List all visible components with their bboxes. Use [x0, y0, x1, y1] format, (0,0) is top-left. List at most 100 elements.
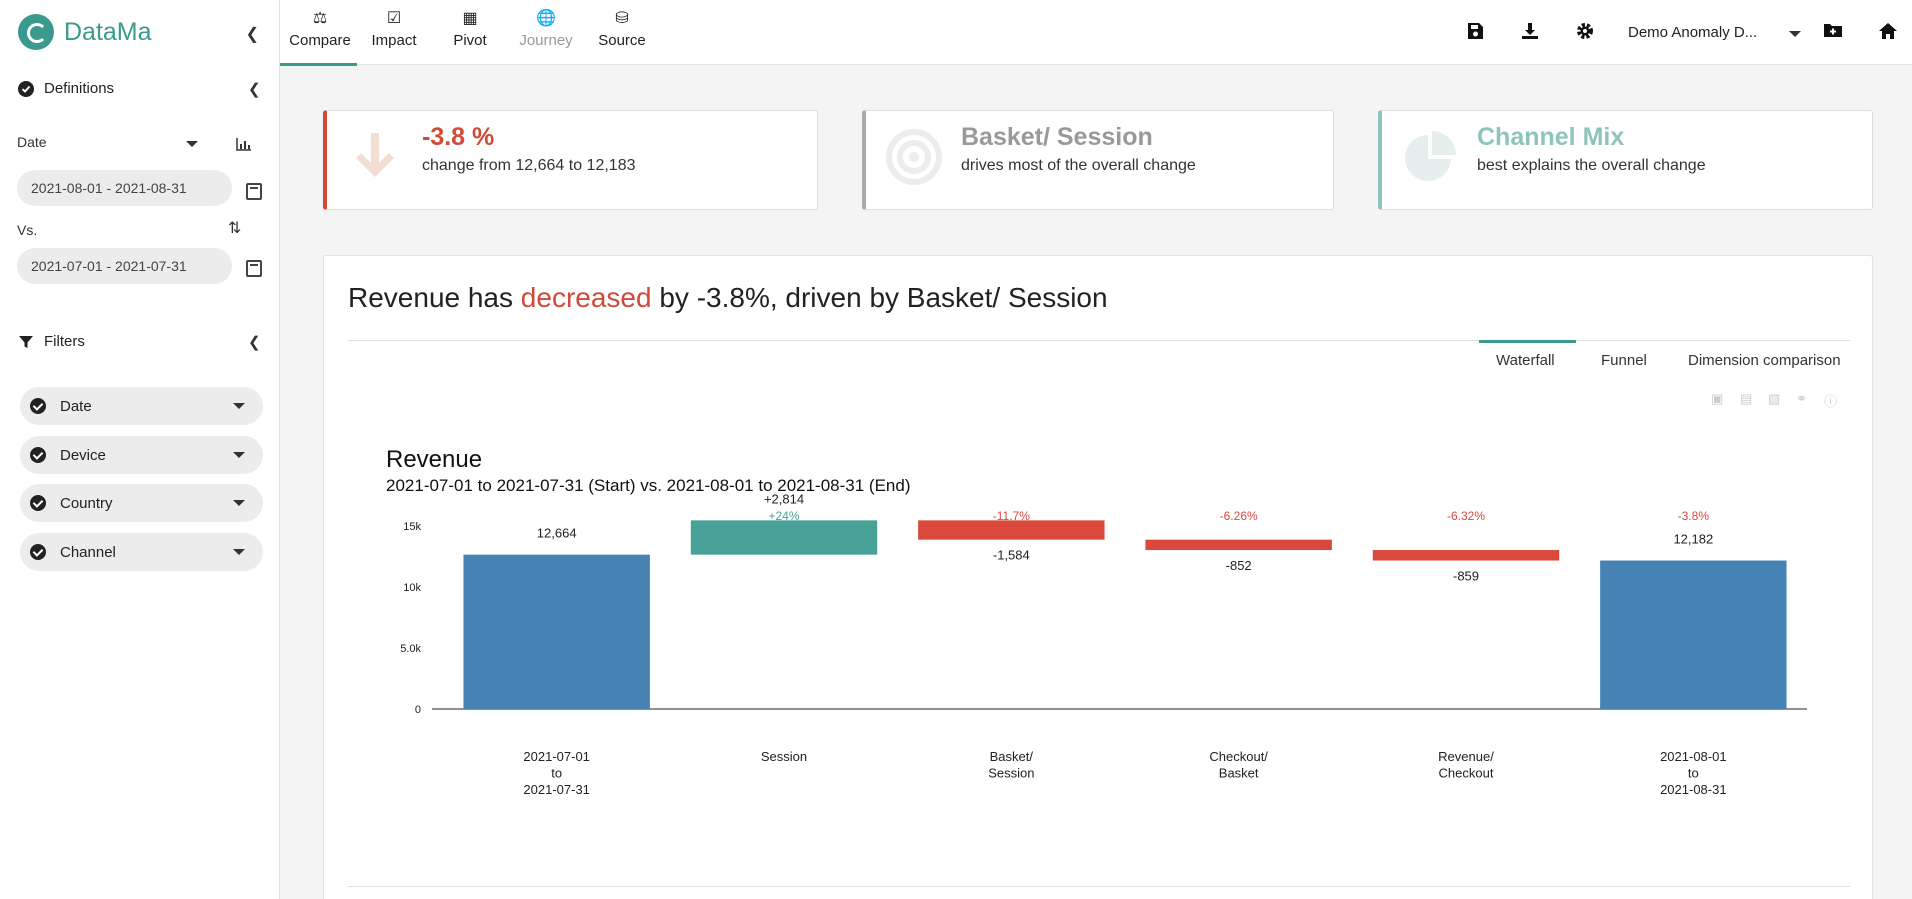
definitions-title: Definitions: [44, 80, 115, 97]
definitions-header[interactable]: Definitions ❮: [18, 80, 261, 98]
project-caret-down-icon[interactable]: [1789, 31, 1801, 37]
analysis-panel: Revenue has decreased by -3.8%, driven b…: [323, 255, 1873, 899]
chevron-left-icon[interactable]: ❮: [248, 333, 261, 351]
waterfall-chart: Revenue 2021-07-01 to 2021-07-31 (Start)…: [386, 446, 1807, 797]
top-nav: ⚖ Compare ☑ Impact ▦ Pivot 🌐 Journey ⛁ S…: [280, 0, 1912, 66]
check-square-icon: ☑: [386, 10, 402, 27]
x-tick-label: Session: [988, 766, 1034, 781]
datama-logo-icon: [18, 14, 54, 50]
filters-header[interactable]: Filters ❮: [18, 333, 261, 351]
collapse-sidebar-icon[interactable]: ❮: [246, 24, 259, 44]
data-label: -859: [1453, 569, 1479, 584]
chevron-left-icon[interactable]: ❮: [248, 80, 261, 98]
sidebar: DataMa ❮ Definitions ❮ Date Vs. ⇅ Filter…: [0, 0, 280, 899]
check-circle-icon: [30, 495, 46, 511]
home-icon[interactable]: [1878, 22, 1898, 40]
percent-label: -11.7%: [993, 509, 1030, 523]
filter-label: Device: [60, 446, 106, 464]
check-circle-icon: [30, 447, 46, 463]
filter-icon: [19, 335, 33, 348]
date-dropdown-caret-icon[interactable]: [186, 141, 198, 147]
pie-chart-icon: [1405, 131, 1456, 181]
tab-impact[interactable]: ☑ Impact: [358, 8, 430, 49]
app-name: DataMa: [64, 17, 152, 46]
calendar-icon[interactable]: [246, 260, 262, 277]
x-tick-label: to: [1688, 766, 1699, 781]
table-icon: ▦: [462, 10, 478, 27]
tab-label: Compare: [289, 32, 351, 49]
brand[interactable]: DataMa: [18, 14, 152, 50]
download-icon[interactable]: [1521, 22, 1539, 40]
bar: [690, 520, 878, 555]
percent-label: -3.8%: [1678, 509, 1710, 523]
data-label: -1,584: [993, 548, 1030, 563]
kpi-text: drives most of the overall change: [961, 157, 1196, 174]
date-range-input[interactable]: [17, 170, 232, 206]
project-select[interactable]: Demo Anomaly D...: [1628, 24, 1757, 41]
caret-down-icon: [233, 549, 245, 555]
kpi-text: best explains the overall change: [1477, 157, 1706, 174]
tab-label: Source: [598, 32, 646, 49]
filter-country[interactable]: Country: [20, 484, 263, 522]
gear-icon[interactable]: [1576, 22, 1594, 40]
tab-compare[interactable]: ⚖ Compare: [284, 8, 356, 49]
x-tick-label: Basket/: [990, 749, 1034, 764]
percent-label: +24%: [768, 509, 799, 523]
filter-label: Country: [60, 494, 113, 512]
y-tick-label: 10k: [403, 582, 421, 594]
arrow-down-icon: [356, 133, 394, 177]
x-tick-label: 2021-07-01: [523, 749, 590, 764]
shuffle-icon[interactable]: ⇅: [228, 218, 241, 238]
x-tick-label: 2021-08-31: [1660, 782, 1727, 797]
kpi-value: Basket/ Session: [961, 123, 1153, 151]
scale-icon: ⚖: [312, 10, 328, 27]
kpi-card-mix: Channel Mix best explains the overall ch…: [1378, 110, 1873, 210]
filter-date[interactable]: Date: [20, 387, 263, 425]
caret-down-icon: [233, 403, 245, 409]
y-tick-label: 0: [415, 704, 421, 716]
x-tick-label: Basket: [1219, 766, 1259, 781]
check-circle-icon: [30, 398, 46, 414]
filters-title: Filters: [44, 333, 85, 350]
save-icon[interactable]: [1466, 22, 1484, 40]
bar: [1145, 539, 1332, 551]
data-label: -852: [1226, 558, 1252, 573]
filter-channel[interactable]: Channel: [20, 533, 263, 571]
kpi-value: Channel Mix: [1477, 123, 1625, 151]
chart-title: Revenue: [386, 446, 482, 473]
calendar-icon[interactable]: [246, 183, 262, 200]
bar-chart-icon[interactable]: [236, 137, 252, 151]
x-tick-label: Checkout: [1439, 766, 1494, 781]
divider: [348, 886, 1850, 887]
x-tick-label: Checkout/: [1209, 749, 1268, 764]
percent-label: -6.32%: [1447, 509, 1485, 523]
x-tick-label: to: [551, 766, 562, 781]
x-tick-label: Revenue/: [1438, 749, 1494, 764]
filter-device[interactable]: Device: [20, 436, 263, 474]
percent-label: -6.26%: [1220, 509, 1258, 523]
filter-label: Date: [60, 397, 92, 415]
comparison-date-range-input[interactable]: [17, 248, 232, 284]
caret-down-icon: [233, 500, 245, 506]
x-tick-label: 2021-08-01: [1660, 749, 1727, 764]
vs-label: Vs.: [17, 222, 38, 238]
tab-label: Impact: [371, 32, 417, 49]
y-tick-label: 15k: [403, 521, 421, 533]
data-label: 12,182: [1673, 532, 1713, 547]
check-circle-icon: [18, 80, 34, 97]
x-tick-label: Session: [761, 749, 807, 764]
kpi-value: -3.8 %: [422, 123, 495, 151]
bar: [918, 520, 1105, 540]
project-name: Demo Anomaly D...: [1628, 24, 1758, 41]
kpi-card-driver: Basket/ Session drives most of the overa…: [862, 110, 1334, 210]
tab-label: Pivot: [453, 32, 487, 49]
check-circle-icon: [30, 544, 46, 560]
tab-journey[interactable]: 🌐 Journey: [510, 8, 582, 49]
tab-source[interactable]: ⛁ Source: [586, 8, 658, 49]
caret-down-icon: [233, 452, 245, 458]
bar: [1372, 550, 1560, 561]
folder-plus-icon[interactable]: [1823, 22, 1843, 38]
database-icon: ⛁: [615, 10, 629, 27]
kpi-text: change from 12,664 to 12,183: [422, 157, 636, 174]
tab-pivot[interactable]: ▦ Pivot: [434, 8, 506, 49]
